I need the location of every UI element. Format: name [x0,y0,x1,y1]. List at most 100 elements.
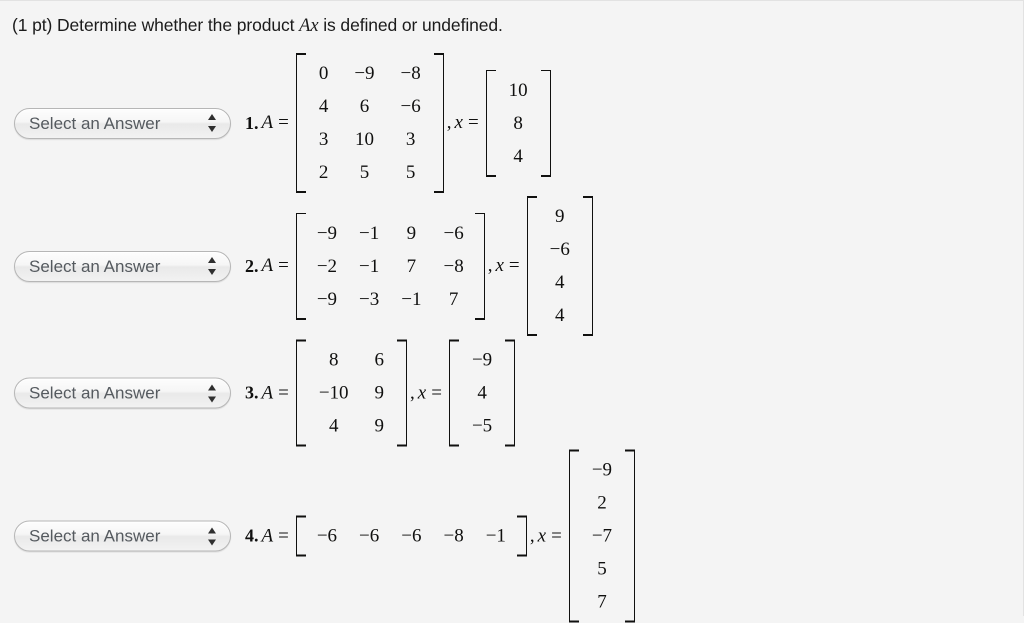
problem-expression: 2. A = −9 −1 9 −6 −2 −1 7 −8 −9 −3 −1 7, x = 9 −6 4 4 [231,196,595,336]
matrix-entry: −3 [359,288,380,310]
left-bracket [485,69,496,177]
matrix-A: 0 −9 −8 4 6 −6 3 10 3 2 5 5 [295,53,444,193]
left-bracket [295,212,306,320]
problem-expression: 3. A = 8 6 −10 9 4 9, x = −9 4 −5 [231,339,517,447]
matrix-entry: −1 [359,255,380,277]
vector-x: −9 2 −7 5 7 [568,449,636,623]
answer-select-1[interactable]: Select an Answer [14,107,231,139]
separator-comma: , [410,382,415,403]
matrix-entry: −10 [318,382,349,404]
right-bracket [433,53,444,193]
problem-row-content: Select an Answer 3. A = 8 6 −10 9 4 9, x = −9 4 −5 [14,339,517,447]
matrix-A-grid: −6 −6 −6 −8 −1 [306,516,517,557]
matrix-entry: 5 [597,558,607,580]
equals-sign: = [278,382,289,403]
matrix-entry: −9 [471,349,493,371]
vector-variable: x [454,112,463,133]
matrix-entry: −8 [400,63,421,84]
right-bracket [582,196,593,336]
matrix-entry: 3 [318,129,329,150]
vector-variable: x [495,255,504,276]
matrix-entry: 5 [359,162,370,183]
right-bracket [540,69,551,177]
matrix-entry: −5 [471,415,493,437]
triangle-down-icon [208,269,216,275]
left-bracket [295,53,306,193]
matrix-entry: 7 [448,288,459,310]
select-stepper-icon[interactable] [208,256,217,276]
vector-x-grid: 9 −6 4 4 [537,196,583,336]
matrix-entry: −2 [316,255,338,277]
vector-x: −9 4 −5 [448,339,516,447]
matrix-entry: 2 [597,492,607,514]
matrix-entry: 9 [374,415,385,437]
matrix-entry: 4 [554,305,565,326]
vector-x: 10 8 4 [485,69,551,177]
matrix-entry: 8 [328,349,339,371]
matrix-entry: 4 [318,96,329,117]
matrix-A: −9 −1 9 −6 −2 −1 7 −8 −9 −3 −1 7 [295,212,485,320]
matrix-entry: −7 [591,525,613,547]
problem-expression: 1. A = 0 −9 −8 4 6 −6 3 10 3 2 5 5, x = 10 8 4 [231,53,553,193]
matrix-entry: −6 [401,525,422,547]
vector-x-grid: −9 2 −7 5 7 [579,450,625,623]
matrix-entry: −8 [443,255,464,277]
matrix-entry: 4 [554,272,565,293]
vector-x-grid: −9 4 −5 [459,340,505,447]
matrix-entry: 2 [318,162,329,183]
matrix-entry: 7 [597,591,607,613]
triangle-up-icon [208,114,216,120]
select-stepper-icon[interactable] [208,383,217,403]
matrix-entry: −8 [443,525,464,547]
matrix-entry: −6 [359,525,380,547]
matrix-A: 8 6 −10 9 4 9 [295,339,408,447]
vector-x: 9 −6 4 4 [526,196,593,336]
matrix-entry: −1 [401,288,422,310]
prompt-math-expression: Ax [299,16,319,36]
select-stepper-icon[interactable] [208,526,217,546]
equals-sign: = [278,255,289,276]
right-bracket [474,212,485,320]
equals-sign: = [508,255,520,276]
problem-number: 2. [245,255,259,276]
point-value: (1 pt) [12,15,53,35]
equals-sign: = [551,525,562,546]
answer-select-3[interactable]: Select an Answer [14,377,231,409]
matrix-entry: 4 [513,145,523,167]
problem-number: 4. [245,525,259,546]
right-bracket [397,339,408,447]
answer-select-label: Select an Answer [29,256,161,276]
matrix-entry: 4 [328,415,339,437]
vector-variable: x [417,382,427,403]
matrix-variable: A [261,112,274,133]
problem-row-content: Select an Answer 2. A = −9 −1 9 −6 −2 −1 7 −8 −9 −3 −1… [14,196,595,336]
problem-row-content: Select an Answer 4. A = −6 −6 −6 −8 −1, x = −9 2 −7 5 7 [14,449,637,623]
triangle-down-icon [208,396,216,402]
equals-sign: = [467,112,479,133]
problem-number: 3. [245,382,259,403]
matrix-entry: 0 [318,63,329,84]
separator-comma: , [529,525,535,546]
left-bracket [295,515,306,557]
answer-select-label: Select an Answer [29,526,161,546]
matrix-entry: −9 [316,288,338,310]
matrix-entry: 3 [405,129,416,150]
equals-sign: = [278,112,289,133]
matrix-entry: −6 [400,96,421,117]
matrix-entry: −9 [316,222,338,244]
answer-select-4[interactable]: Select an Answer [14,520,231,552]
select-stepper-icon[interactable] [208,113,217,133]
vector-variable: x [537,525,547,546]
matrix-variable: A [261,255,274,276]
matrix-entry: −9 [354,63,375,84]
left-bracket [448,339,459,447]
matrix-A-grid: 0 −9 −8 4 6 −6 3 10 3 2 5 5 [306,53,434,193]
answer-select-label: Select an Answer [29,113,161,133]
matrix-entry: 10 [354,129,374,150]
answer-select-2[interactable]: Select an Answer [14,250,231,282]
matrix-A-grid: 8 6 −10 9 4 9 [306,340,397,447]
equals-sign: = [431,382,442,403]
question-prompt: (1 pt) Determine whether the product Ax … [12,15,503,37]
matrix-entry: −9 [591,459,613,481]
matrix-A-grid: −9 −1 9 −6 −2 −1 7 −8 −9 −3 −1 7 [306,213,475,320]
